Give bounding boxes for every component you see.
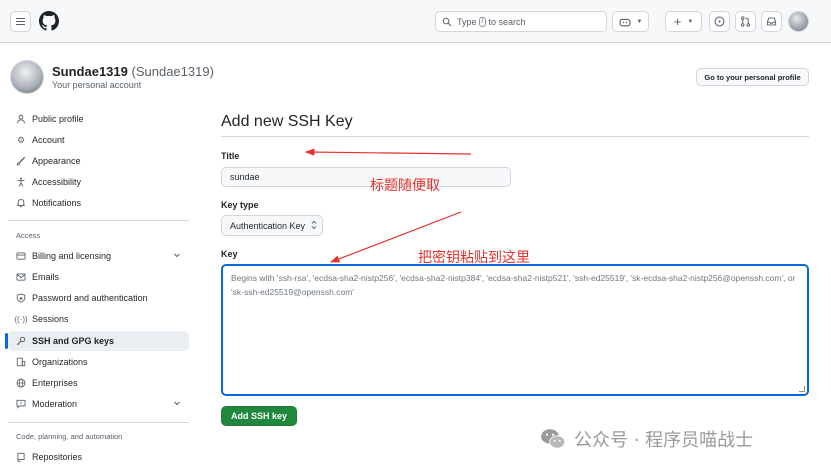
sidebar-item-label: Public profile	[32, 114, 84, 124]
paintbrush-icon	[16, 156, 26, 166]
sidebar-item-emails[interactable]: Emails	[8, 267, 189, 287]
sidebar-divider	[8, 422, 189, 423]
copilot-icon	[619, 18, 630, 26]
issues-button[interactable]	[709, 11, 730, 32]
global-header: Type / to search ▼ + ▼	[0, 0, 831, 43]
search-input[interactable]: Type / to search	[435, 11, 607, 32]
copilot-button[interactable]: ▼	[612, 11, 649, 32]
key-icon	[16, 336, 26, 346]
sidebar-item-label: Sessions	[32, 314, 69, 324]
sidebar-item-appearance[interactable]: Appearance	[8, 151, 189, 171]
account-subtitle: Your personal account	[52, 80, 142, 90]
annotation-arrow-title	[304, 148, 472, 156]
menu-button[interactable]	[10, 11, 31, 32]
shield-lock-icon	[16, 293, 26, 303]
title-field-label: Title	[221, 151, 240, 161]
search-placeholder-suffix: to search	[488, 16, 526, 27]
sidebar-item-account[interactable]: ⚙ Account	[8, 130, 189, 150]
sidebar-item-label: Appearance	[32, 156, 81, 166]
annotation-key-note: 把密钥粘贴到这里	[418, 250, 530, 266]
watermark-text: 公众号 · 程序员喵战士	[574, 430, 754, 451]
sidebar-item-label: Password and authentication	[32, 293, 148, 303]
inbox-icon	[766, 17, 777, 26]
create-new-button[interactable]: + ▼	[665, 11, 702, 32]
key-type-value: Authentication Key	[230, 220, 306, 231]
sidebar-group-code: Code, planning, and automation	[16, 432, 123, 441]
add-ssh-key-button[interactable]: Add SSH key	[221, 406, 297, 426]
sidebar-item-label: Organizations	[32, 357, 88, 367]
repo-icon	[16, 452, 26, 462]
chevron-down-icon[interactable]	[173, 251, 181, 261]
organization-icon	[16, 357, 26, 367]
sidebar-item-repositories[interactable]: Repositories	[8, 447, 189, 467]
select-caret-icon	[311, 220, 317, 232]
account-display-name: Sundae1319	[52, 64, 128, 79]
annotation-title-note: 标题随便取	[370, 178, 440, 194]
plus-icon: +	[673, 13, 682, 29]
sidebar-item-label: SSH and GPG keys	[32, 336, 115, 346]
sidebar-item-public-profile[interactable]: Public profile	[8, 109, 189, 129]
sidebar-item-ssh-gpg-keys[interactable]: SSH and GPG keys	[8, 331, 189, 351]
accessibility-icon	[16, 177, 26, 187]
page-title: Add new SSH Key	[221, 113, 353, 130]
user-avatar-menu[interactable]	[788, 11, 809, 32]
pull-requests-button[interactable]	[735, 11, 756, 32]
search-icon	[442, 17, 452, 26]
chevron-down-icon[interactable]	[173, 399, 181, 409]
key-placeholder: Begins with 'ssh-rsa', 'ecdsa-sha2-nistp…	[231, 273, 796, 297]
resize-handle[interactable]	[799, 386, 805, 392]
issue-opened-icon	[714, 16, 725, 27]
sidebar-item-password-authentication[interactable]: Password and authentication	[8, 288, 189, 308]
sidebar-divider	[8, 220, 189, 221]
sidebar-item-label: Billing and licensing	[32, 251, 112, 261]
sidebar-item-label: Repositories	[32, 452, 83, 462]
sidebar-item-enterprises[interactable]: Enterprises	[8, 373, 189, 393]
sidebar-item-label: Accessibility	[32, 177, 82, 187]
sidebar-item-billing[interactable]: Billing and licensing	[8, 246, 189, 266]
key-textarea[interactable]: Begins with 'ssh-rsa', 'ecdsa-sha2-nistp…	[221, 264, 809, 396]
person-icon	[16, 114, 26, 124]
sidebar-item-notifications[interactable]: Notifications	[8, 193, 189, 213]
gear-icon: ⚙	[16, 134, 26, 145]
broadcast-icon: ((·))	[14, 314, 28, 324]
globe-icon	[16, 378, 26, 388]
credit-card-icon	[16, 251, 26, 261]
inbox-button[interactable]	[761, 11, 782, 32]
key-field-label: Key	[221, 249, 238, 259]
chevron-down-icon: ▼	[636, 18, 643, 25]
sidebar-item-label: Account	[32, 135, 65, 145]
watermark: 公众号 · 程序员喵战士	[540, 426, 753, 452]
mail-icon	[16, 272, 26, 282]
avatar	[10, 60, 44, 94]
sidebar-item-label: Moderation	[32, 399, 78, 409]
chevron-down-icon: ▼	[687, 18, 694, 25]
key-type-select[interactable]: Authentication Key	[221, 215, 323, 236]
account-name: Sundae1319 (Sundae1319)	[52, 64, 214, 79]
sidebar-group-access: Access	[16, 231, 41, 240]
sidebar-item-label: Enterprises	[32, 378, 78, 388]
title-field[interactable]: sundae	[221, 167, 511, 187]
pull-request-icon	[741, 16, 750, 27]
title-divider	[221, 136, 809, 137]
search-placeholder: Type	[457, 16, 477, 27]
bell-icon	[16, 198, 26, 208]
go-to-profile-button[interactable]: Go to your personal profile	[696, 68, 809, 86]
sidebar-item-label: Emails	[32, 272, 60, 282]
sidebar-item-organizations[interactable]: Organizations	[8, 352, 189, 372]
search-shortcut-key: /	[478, 16, 487, 27]
key-type-label: Key type	[221, 200, 259, 210]
wechat-icon	[541, 429, 566, 449]
report-icon	[16, 399, 26, 409]
sidebar-item-moderation[interactable]: Moderation	[8, 394, 189, 414]
sidebar-item-sessions[interactable]: ((·)) Sessions	[8, 309, 189, 329]
account-login: (Sundae1319)	[131, 64, 214, 79]
github-logo-icon[interactable]	[39, 11, 59, 31]
sidebar-item-accessibility[interactable]: Accessibility	[8, 172, 189, 192]
sidebar-item-label: Notifications	[32, 198, 82, 208]
